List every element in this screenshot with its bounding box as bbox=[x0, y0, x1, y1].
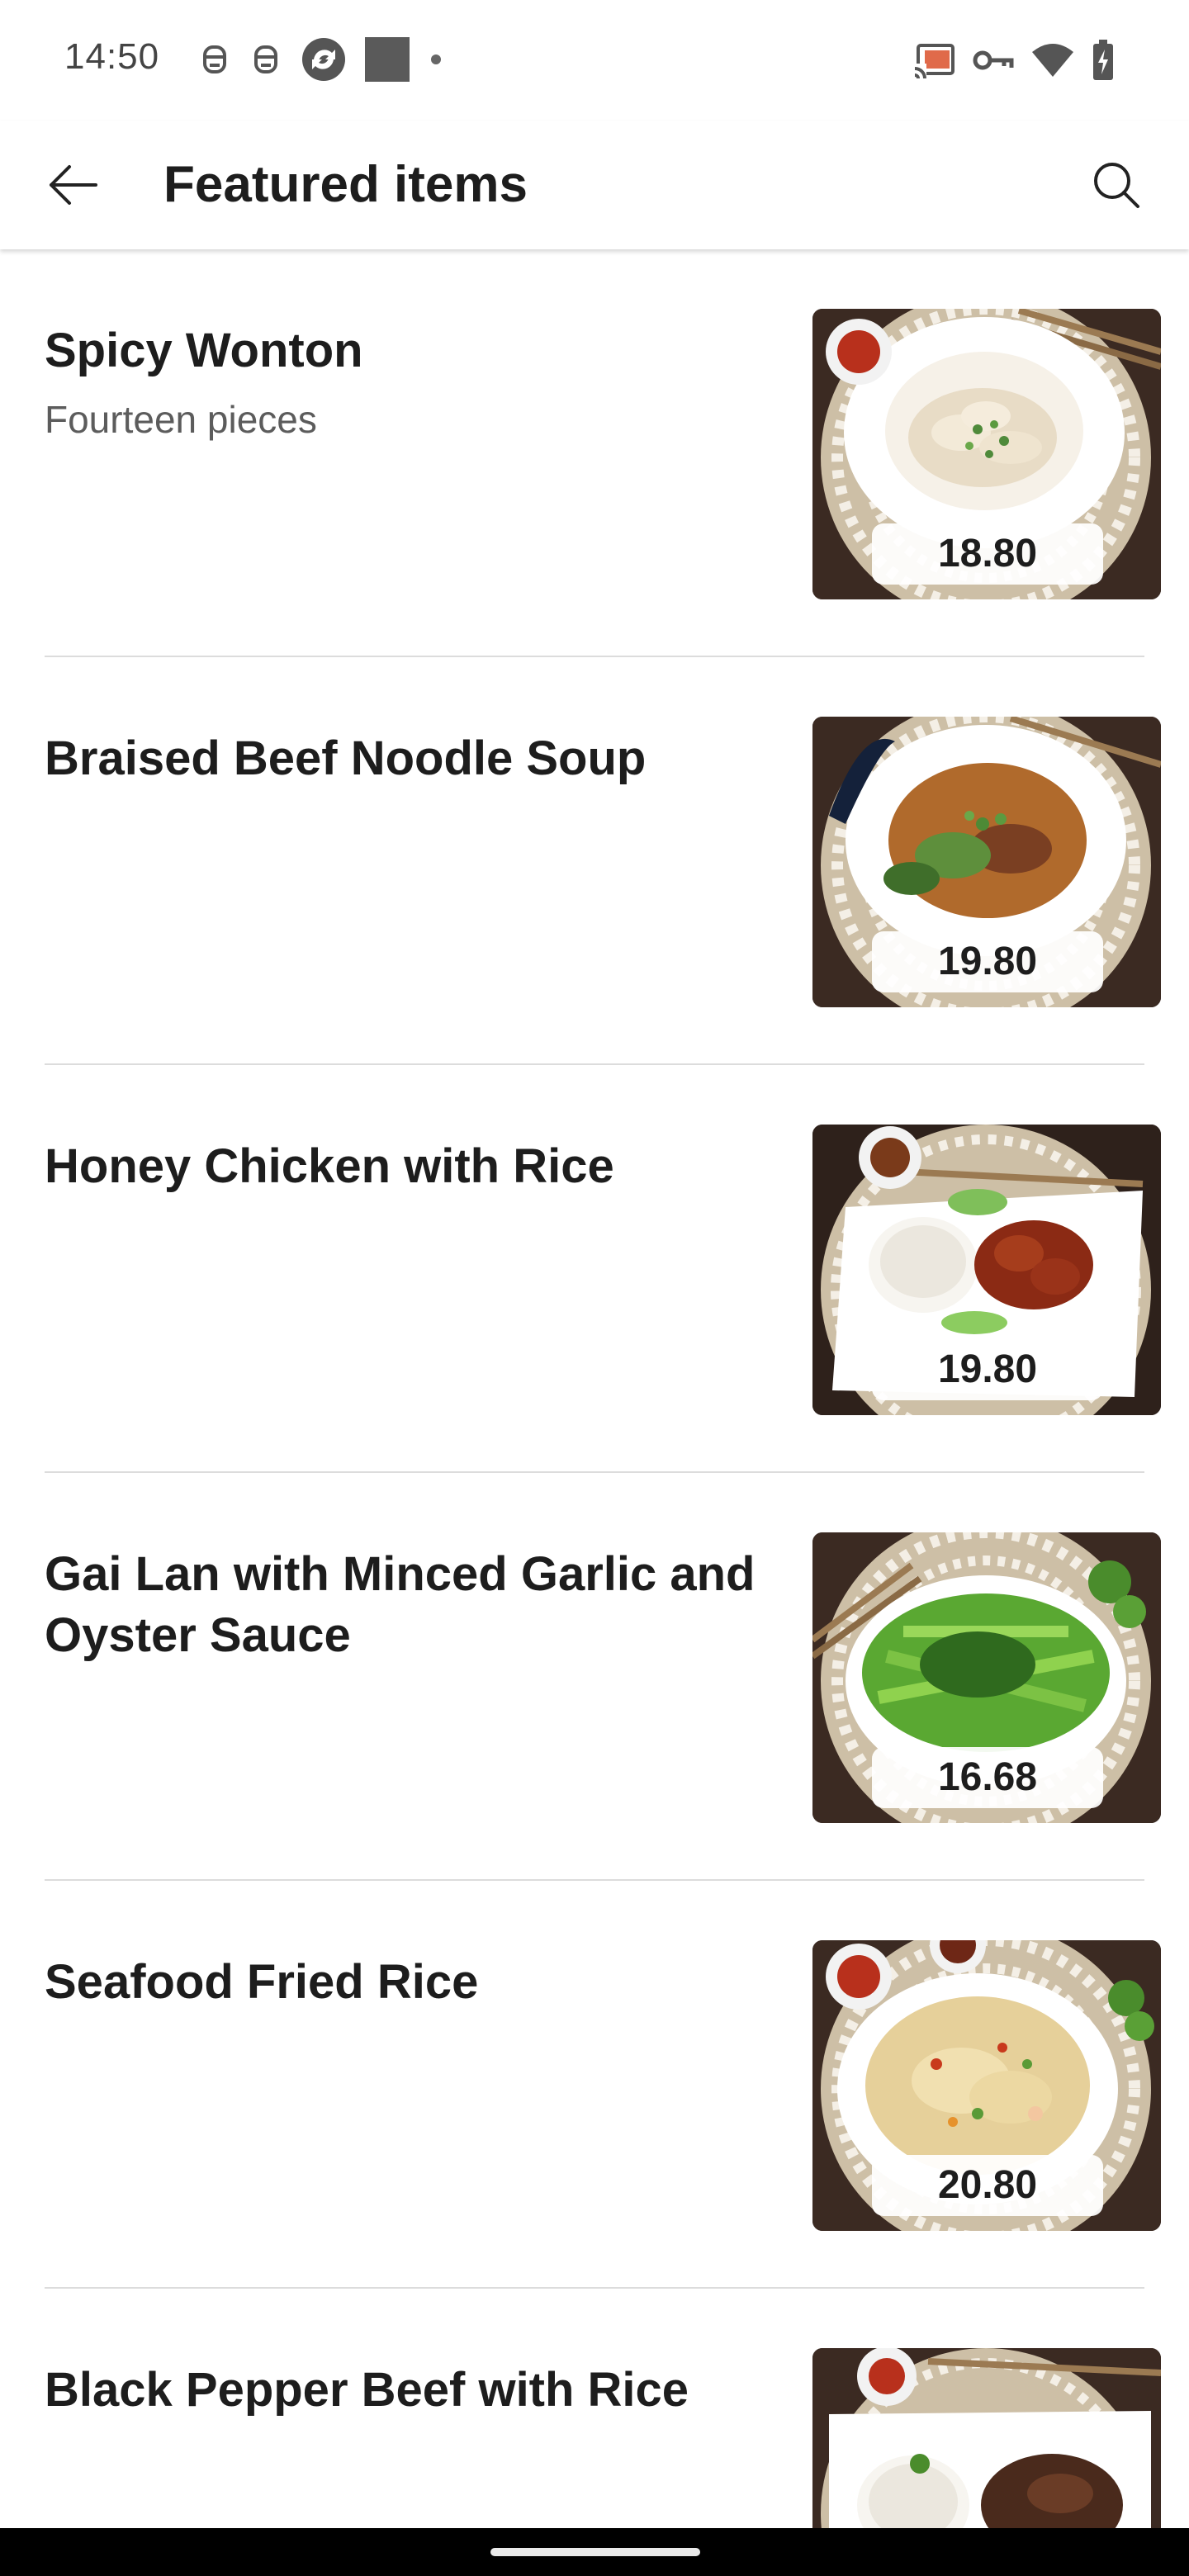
battery-charging-icon bbox=[1092, 40, 1115, 81]
item-description: Fourteen pieces bbox=[45, 398, 317, 441]
app-bar: Featured items bbox=[0, 121, 1189, 249]
item-name: Black Pepper Beef with Rice bbox=[45, 2363, 689, 2417]
price-badge: 16.68 bbox=[872, 1747, 1103, 1808]
list-item[interactable]: Black Pepper Beef with Rice bbox=[0, 2289, 1189, 2528]
page-title: Featured items bbox=[163, 156, 528, 213]
screen: 14:50 Featured items Spicy Wonton Fourte… bbox=[0, 0, 1189, 2576]
status-icons-left bbox=[198, 36, 444, 83]
price-badge: 19.80 bbox=[872, 1339, 1103, 1400]
item-photo: 19.80 bbox=[812, 717, 1161, 1007]
price-badge: 18.80 bbox=[872, 523, 1103, 585]
search-icon bbox=[1092, 160, 1141, 214]
status-icons-right bbox=[913, 38, 1115, 83]
list-item[interactable]: Seafood Fried Rice 20.80 bbox=[0, 1881, 1189, 2289]
vpn-key-icon bbox=[973, 46, 1014, 74]
price-badge: 20.80 bbox=[872, 2155, 1103, 2216]
item-photo: 20.80 bbox=[812, 1940, 1161, 2231]
list-item[interactable]: Honey Chicken with Rice 19.80 bbox=[0, 1065, 1189, 1473]
status-bar: 14:50 bbox=[0, 0, 1189, 121]
item-name: Spicy Wonton bbox=[45, 324, 363, 377]
notification-icon bbox=[198, 39, 231, 80]
wifi-icon bbox=[1030, 42, 1075, 78]
featured-items-list[interactable]: Spicy Wonton Fourteen pieces 18.80 Brais… bbox=[0, 249, 1189, 2528]
dot-icon bbox=[428, 51, 444, 68]
list-item[interactable]: Spicy Wonton Fourteen pieces 18.80 bbox=[0, 249, 1189, 657]
item-name: Braised Beef Noodle Soup bbox=[45, 732, 647, 785]
item-name: Gai Lan with Minced Garlic and Oyster Sa… bbox=[45, 1547, 756, 1662]
status-time: 14:50 bbox=[64, 36, 160, 77]
list-item[interactable]: Braised Beef Noodle Soup 19.80 bbox=[0, 657, 1189, 1065]
search-button[interactable] bbox=[1080, 150, 1153, 223]
cast-icon bbox=[913, 42, 956, 78]
square-icon bbox=[365, 37, 410, 82]
item-name: Honey Chicken with Rice bbox=[45, 1139, 614, 1193]
list-item[interactable]: Gai Lan with Minced Garlic and Oyster Sa… bbox=[0, 1473, 1189, 1881]
sync-icon bbox=[301, 36, 347, 83]
item-photo bbox=[812, 2348, 1161, 2528]
item-name: Seafood Fried Rice bbox=[45, 1955, 479, 2009]
notification-icon bbox=[249, 39, 282, 80]
arrow-left-icon bbox=[46, 163, 99, 211]
item-photo: 18.80 bbox=[812, 309, 1161, 599]
back-button[interactable] bbox=[36, 150, 109, 223]
price-badge: 19.80 bbox=[872, 931, 1103, 992]
item-photo: 19.80 bbox=[812, 1125, 1161, 1415]
item-photo: 16.68 bbox=[812, 1532, 1161, 1823]
navigation-bar bbox=[0, 2528, 1189, 2576]
home-handle[interactable] bbox=[490, 2548, 700, 2556]
